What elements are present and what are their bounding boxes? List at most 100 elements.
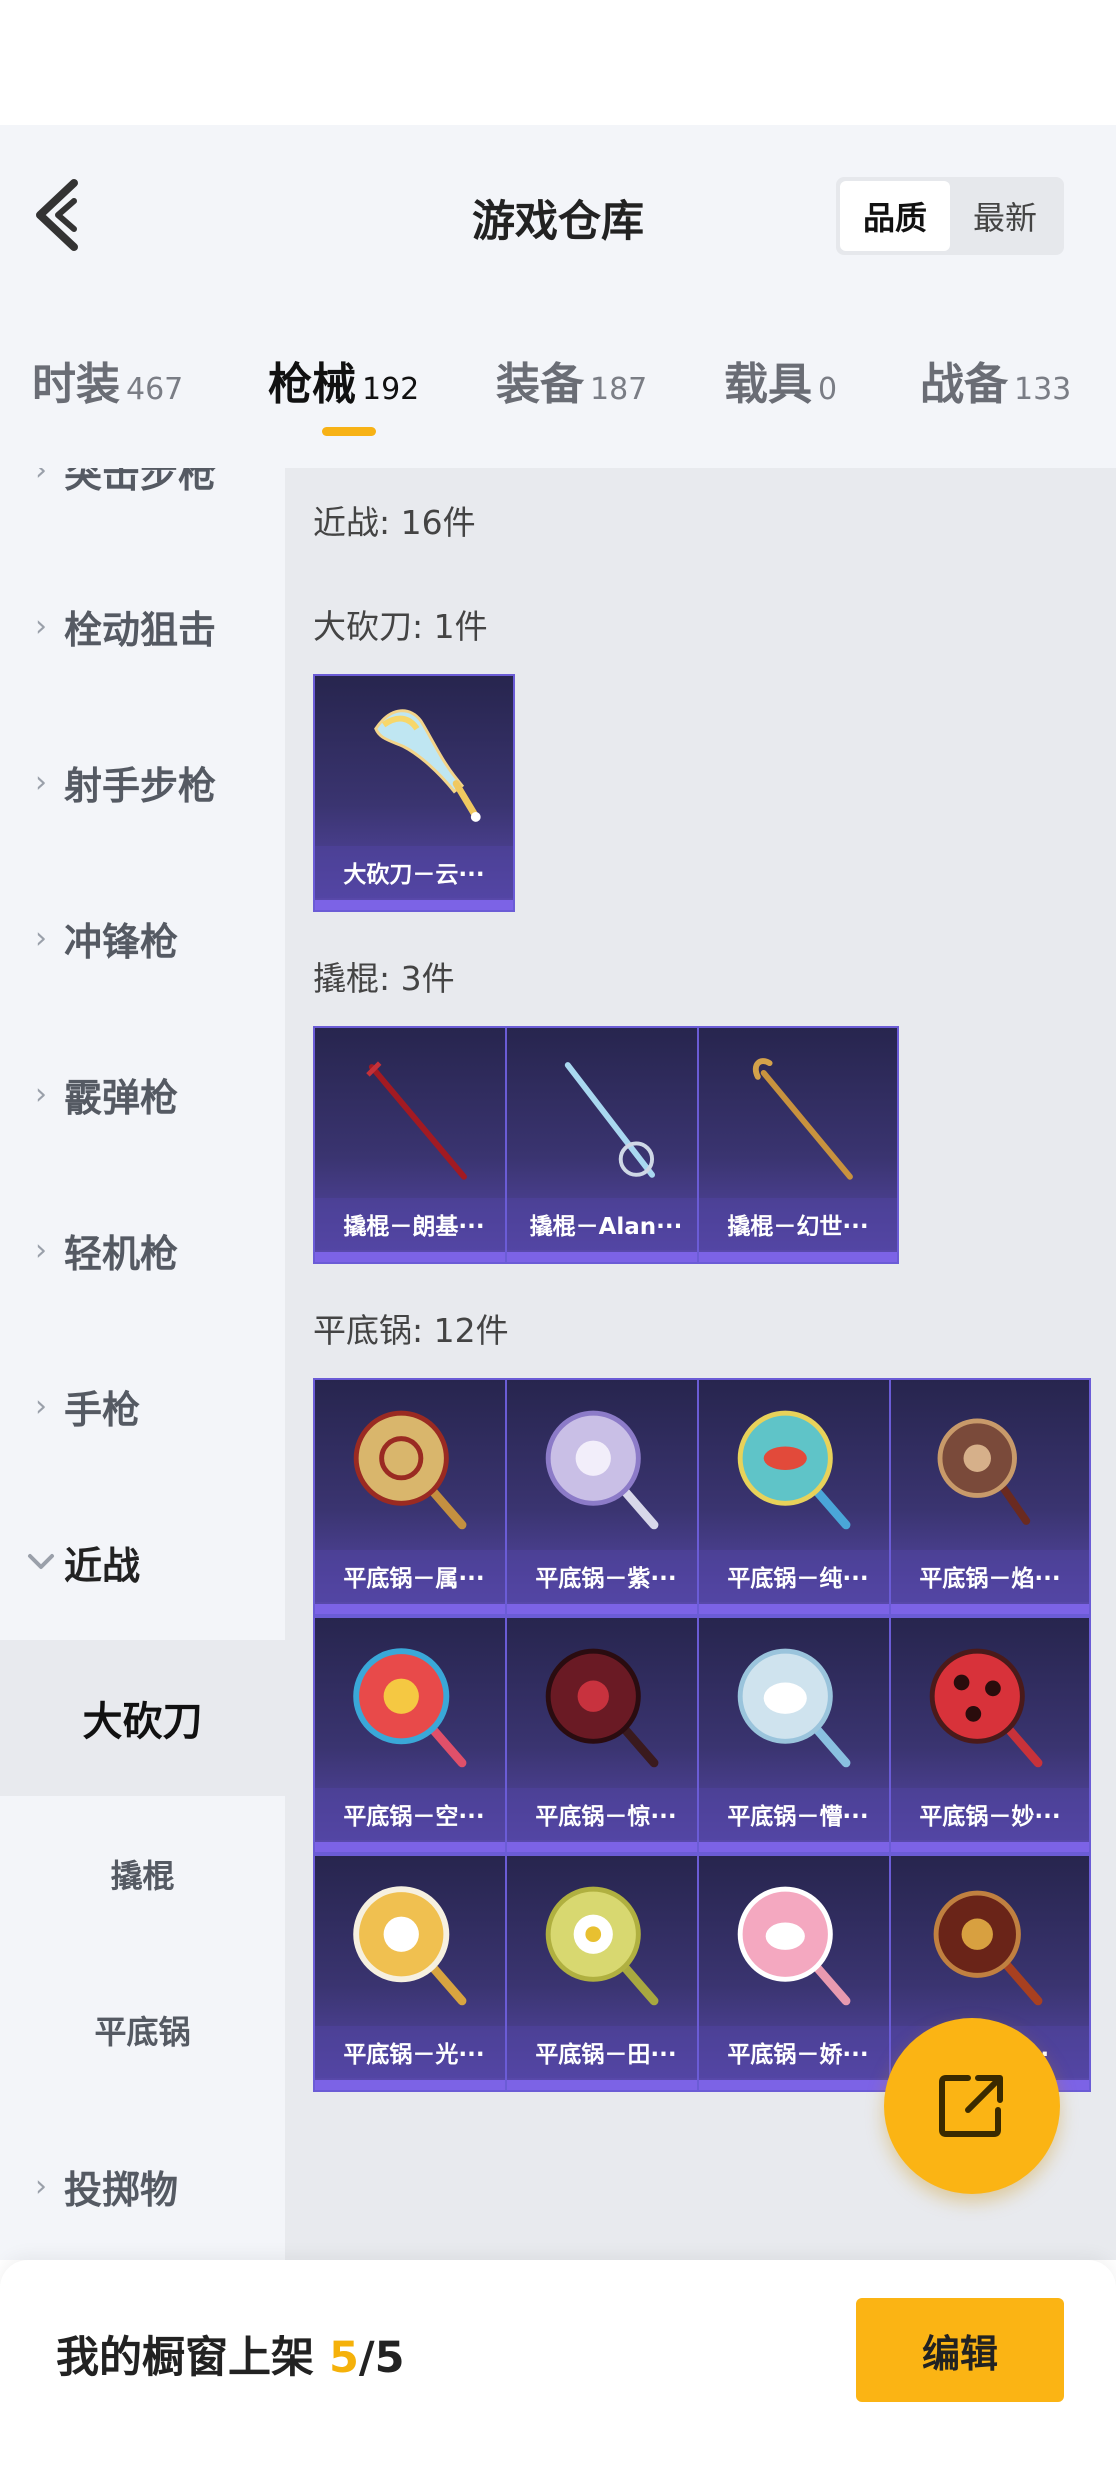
sidebar-subitem-machete[interactable]: 大砍刀	[0, 1640, 285, 1796]
chevron-right-icon: ›	[35, 1388, 47, 1424]
tab-count: 467	[126, 372, 184, 407]
sidebar-item-label: 近战	[64, 1543, 141, 1588]
item-name: 撬棍－Alan···	[507, 1198, 705, 1250]
item-card[interactable]: 平底锅－惊···	[505, 1616, 707, 1854]
chevron-right-icon: ›	[35, 1076, 47, 1112]
showcase-label: 我的橱窗上架	[56, 2333, 329, 2383]
sidebar-subitem-pan[interactable]: 平底锅	[0, 1952, 285, 2108]
tab-label: 载具	[724, 359, 812, 410]
sidebar-item-assault-rifle[interactable]: › 突击步枪	[0, 468, 285, 548]
tab-label: 枪械	[268, 359, 356, 410]
sidebar-item-smg[interactable]: › 冲锋枪	[0, 860, 285, 1016]
pan-image	[933, 1890, 1043, 2006]
item-card[interactable]: 平底锅－娇···	[697, 1854, 899, 2092]
sidebar-item-melee[interactable]: 近战	[0, 1484, 285, 1640]
sidebar-item-label: 射手步枪	[64, 763, 217, 808]
item-card[interactable]: 平底锅－属···	[313, 1378, 515, 1616]
pan-image	[737, 1886, 851, 2006]
share-icon	[939, 2075, 1003, 2137]
status-bar	[0, 0, 1116, 125]
sidebar-item-bolt-sniper[interactable]: › 栓动狙击	[0, 548, 285, 704]
item-name: 平底锅－惊···	[507, 1788, 705, 1840]
tab-tactical[interactable]: 战备 133	[920, 348, 1071, 428]
sort-latest-button[interactable]: 最新	[950, 181, 1060, 251]
item-name: 平底锅－焰···	[891, 1550, 1089, 1602]
tab-fashion[interactable]: 时装 467	[32, 348, 183, 428]
sidebar-item-label: 手枪	[64, 1387, 141, 1432]
active-tab-indicator	[322, 427, 376, 436]
header: 游戏仓库 品质 最新	[0, 125, 1116, 303]
tab-count: 0	[818, 372, 838, 407]
pan-image	[545, 1886, 659, 2006]
item-card[interactable]: 平底锅－田···	[505, 1854, 707, 2092]
sidebar-item-label: 霰弹枪	[64, 1075, 179, 1120]
item-name: 平底锅－光···	[315, 2026, 513, 2078]
item-card[interactable]: 撬棍－朗基···	[313, 1026, 515, 1264]
item-card[interactable]: 平底锅－空···	[313, 1616, 515, 1854]
tab-label: 时装	[32, 359, 120, 410]
tab-count: 192	[362, 372, 420, 407]
pan-image	[545, 1648, 659, 1768]
tab-label: 战备	[920, 359, 1008, 410]
item-card[interactable]: 撬棍－幻世···	[697, 1026, 899, 1264]
sidebar-item-marksman-rifle[interactable]: › 射手步枪	[0, 704, 285, 860]
pan-section-title: 平底锅: 12件	[313, 1311, 509, 1350]
showcase-count: 5	[328, 2333, 359, 2383]
sidebar-item-throwables[interactable]: › 投掷物	[0, 2108, 285, 2260]
pan-image	[353, 1648, 467, 1768]
item-name: 撬棍－幻世···	[699, 1198, 897, 1250]
weapon-category-sidebar: › 突击步枪 › 栓动狙击 › 射手步枪 › 冲锋枪 › 霰弹枪 › 轻机枪 ›…	[0, 468, 285, 2260]
tab-label: 装备	[496, 359, 584, 410]
item-card[interactable]: 平底锅－妙···	[889, 1616, 1091, 1854]
item-name: 平底锅－紫···	[507, 1550, 705, 1602]
item-card[interactable]: 平底锅－焰···	[889, 1378, 1091, 1616]
tab-count: 133	[1014, 372, 1072, 407]
item-list: 近战: 16件 大砍刀: 1件 大砍刀－云··· 撬棍: 3件 撬棍－朗基···…	[285, 468, 1116, 2260]
chevron-right-icon: ›	[35, 468, 47, 488]
sidebar-item-label: 突击步枪	[64, 468, 217, 496]
tab-vehicles[interactable]: 载具 0	[724, 348, 837, 428]
sidebar-item-shotgun[interactable]: › 霰弹枪	[0, 1016, 285, 1172]
crowbar-image	[564, 1062, 656, 1178]
sort-quality-button[interactable]: 品质	[840, 181, 950, 251]
chevron-right-icon: ›	[35, 764, 47, 800]
sidebar-item-pistol[interactable]: › 手枪	[0, 1328, 285, 1484]
chevron-right-icon: ›	[35, 608, 47, 644]
sidebar-item-label: 冲锋枪	[64, 919, 179, 964]
edit-button[interactable]: 编辑	[856, 2298, 1064, 2402]
crowbar-image	[752, 1058, 853, 1180]
tab-equipment[interactable]: 装备 187	[496, 348, 647, 428]
pan-image	[545, 1410, 659, 1530]
chevron-right-icon: ›	[35, 1232, 47, 1268]
tab-count: 187	[590, 372, 648, 407]
sidebar-subitem-crowbar[interactable]: 撬棍	[0, 1796, 285, 1952]
tab-firearms[interactable]: 枪械 192	[268, 348, 419, 428]
pan-image	[929, 1648, 1043, 1768]
item-card[interactable]: 平底锅－纯···	[697, 1378, 899, 1616]
showcase-max: /5	[358, 2333, 405, 2383]
item-name: 撬棍－朗基···	[315, 1198, 513, 1250]
item-card[interactable]: 撬棍－Alan···	[505, 1026, 707, 1264]
item-card[interactable]: 平底锅－懵···	[697, 1616, 899, 1854]
item-card[interactable]: 平底锅－紫···	[505, 1378, 707, 1616]
item-name: 平底锅－空···	[315, 1788, 513, 1840]
item-card[interactable]: 大砍刀－云···	[313, 674, 515, 912]
sidebar-item-label: 投掷物	[64, 2167, 179, 2212]
sort-toggle: 品质 最新	[836, 177, 1064, 255]
crowbar-image	[366, 1061, 467, 1180]
chevron-down-icon	[26, 1553, 56, 1571]
category-tabs: 时装 467 枪械 192 装备 187 载具 0 战备 133	[0, 303, 1116, 468]
pan-image	[353, 1410, 467, 1530]
pan-image	[937, 1418, 1031, 1525]
pan-image	[737, 1410, 851, 1530]
item-name: 平底锅－田···	[507, 2026, 705, 2078]
item-card[interactable]: 平底锅－光···	[313, 1854, 515, 2092]
share-button[interactable]	[884, 2018, 1060, 2194]
machete-section-title: 大砍刀: 1件	[313, 607, 488, 646]
sidebar-item-label: 轻机枪	[64, 1231, 179, 1276]
showcase-bar: 我的橱窗上架 5/5 编辑	[0, 2260, 1116, 2484]
item-name: 平底锅－懵···	[699, 1788, 897, 1840]
item-name: 平底锅－娇···	[699, 2026, 897, 2078]
machete-image	[374, 709, 481, 822]
sidebar-item-lmg[interactable]: › 轻机枪	[0, 1172, 285, 1328]
